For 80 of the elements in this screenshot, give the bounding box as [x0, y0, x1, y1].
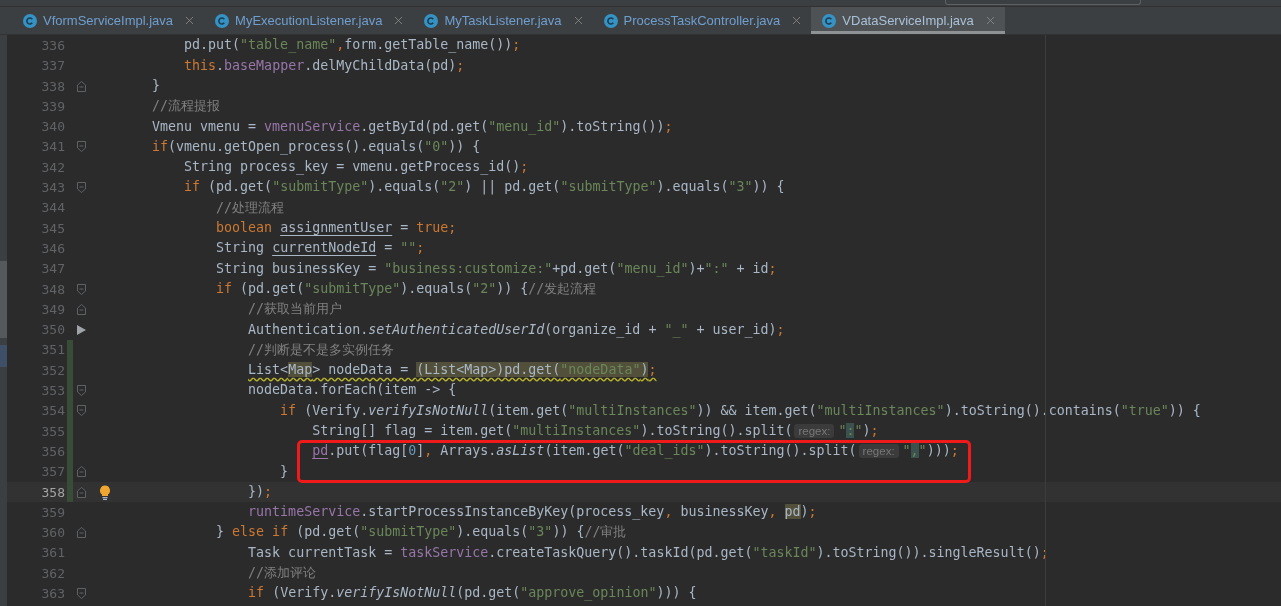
- fold-icon[interactable]: [76, 80, 86, 92]
- line-number: 359: [40, 504, 66, 520]
- code-line: //获取当前用户: [247, 300, 344, 319]
- class-icon: [603, 13, 618, 28]
- code-line: //添加评论: [247, 564, 318, 583]
- line-number: 358: [40, 484, 66, 500]
- line-number: 350: [40, 322, 66, 338]
- editor-tab[interactable]: VformServiceImpl.java: [12, 7, 205, 34]
- line-number: 336: [40, 38, 66, 53]
- line-number: 360: [40, 525, 66, 541]
- change-marker[interactable]: [67, 339, 73, 361]
- fold-icon[interactable]: [76, 527, 86, 539]
- line-number: 356: [40, 443, 66, 459]
- class-icon: [215, 13, 230, 28]
- line-number: 348: [40, 281, 66, 297]
- fold-icon[interactable]: [76, 486, 86, 498]
- code-line: if (pd.get("submitType").equals("2")) {//发起流程: [215, 279, 598, 298]
- fold-icon[interactable]: [76, 466, 86, 478]
- editor-tab[interactable]: MyExecutionListener.java: [204, 7, 414, 34]
- code-line: String businessKey = "business:customize:"+pd.get("menu_id")+":" + id;: [215, 259, 778, 279]
- line-number: 343: [40, 180, 66, 196]
- fold-icon[interactable]: [76, 405, 86, 417]
- line-number: 341: [40, 139, 66, 155]
- code-line: if (Verify.verifyIsNotNull(item.get("multiInstances")) && item.get("multiInstances").toString().contains("true")) {: [279, 401, 1202, 420]
- code-line: if (pd.get("submitType").equals("2") || pd.get("submitType").equals("3")) {: [183, 178, 786, 197]
- code-line: Authentication.setAuthenticatedUserId(organize_id + "_" + user_id);: [247, 320, 786, 340]
- line-number: 363: [40, 586, 66, 601]
- code-line: pd.put("table_name",form.getTable_name());: [183, 36, 522, 55]
- line-number: 340: [40, 119, 66, 135]
- code-line: //判断是不是多实例任务: [247, 340, 396, 359]
- fold-icon[interactable]: [76, 182, 86, 194]
- line-number: 362: [40, 565, 66, 581]
- line-number: 345: [40, 220, 66, 236]
- code-line: }: [279, 462, 290, 481]
- line-number: 351: [40, 342, 66, 358]
- line-number: 346: [40, 240, 66, 256]
- class-icon: [23, 13, 37, 28]
- fold-icon[interactable]: [76, 303, 86, 315]
- line-number: 357: [40, 464, 66, 480]
- editor-tab[interactable]: VDataServiceImpl.java: [811, 7, 1005, 34]
- code-line: nodeData.forEach(item -> {: [247, 381, 458, 400]
- code-line: //处理流程: [215, 198, 286, 217]
- code-line: if(vmenu.getOpen_process().equals("0")) {: [151, 137, 482, 157]
- class-icon: [424, 13, 439, 28]
- code-line: runtimeService.startProcessInstanceByKey(process_key, businessKey, pd);: [247, 503, 818, 522]
- line-number: 337: [40, 58, 66, 74]
- fold-icon[interactable]: [76, 141, 86, 153]
- line-number: 352: [40, 362, 66, 378]
- code-line: //流程提报: [151, 97, 222, 116]
- code-line: String[] flag = item.get("multiInstances").toString().split( regex: ":");: [311, 421, 880, 440]
- code-line: String process_key = vmenu.getProcess_id();: [183, 158, 530, 177]
- code-line: this.baseMapper.delMyChildData(pd);: [183, 56, 466, 75]
- line-number: 342: [40, 159, 66, 175]
- line-number: 349: [40, 301, 66, 317]
- fold-icon[interactable]: [76, 588, 86, 599]
- change-marker[interactable]: [67, 481, 73, 503]
- editor-tab[interactable]: MyTaskListener.java: [413, 7, 593, 34]
- line-number: 355: [40, 423, 66, 439]
- code-line: pd.put(flag[0], Arrays.asList(item.get("deal_ids").toString().split( regex: ",")));: [311, 442, 960, 461]
- code-line: String currentNodeId = "";: [215, 239, 426, 258]
- code-line: Vmenu vmenu = vmenuService.getById(pd.get("menu_id").toString());: [151, 117, 674, 137]
- lightbulb-icon[interactable]: [98, 484, 111, 500]
- code-line: } else if (pd.get("submitType").equals("3")) {//审批: [215, 523, 628, 542]
- line-number: 354: [40, 403, 66, 419]
- line-number: 353: [40, 383, 66, 399]
- class-icon: [822, 13, 837, 28]
- search-field-edge[interactable]: [945, 0, 1141, 5]
- code-line: });: [247, 482, 274, 501]
- code-line: if (Verify.verifyIsNotNull(pd.get("approve_opinion"))) {: [247, 584, 698, 603]
- line-number: 347: [40, 261, 66, 277]
- line-number: 338: [40, 78, 66, 94]
- line-number: 361: [40, 545, 66, 561]
- code-line: boolean assignmentUser = true;: [215, 219, 458, 237]
- line-number: 339: [40, 98, 66, 114]
- line-number: 344: [40, 200, 66, 216]
- fold-icon[interactable]: [76, 283, 86, 295]
- fold-icon[interactable]: [76, 385, 86, 397]
- code-line: }: [151, 76, 162, 95]
- editor-tab[interactable]: ProcessTaskController.java: [592, 7, 812, 34]
- arrow-icon: [76, 324, 86, 335]
